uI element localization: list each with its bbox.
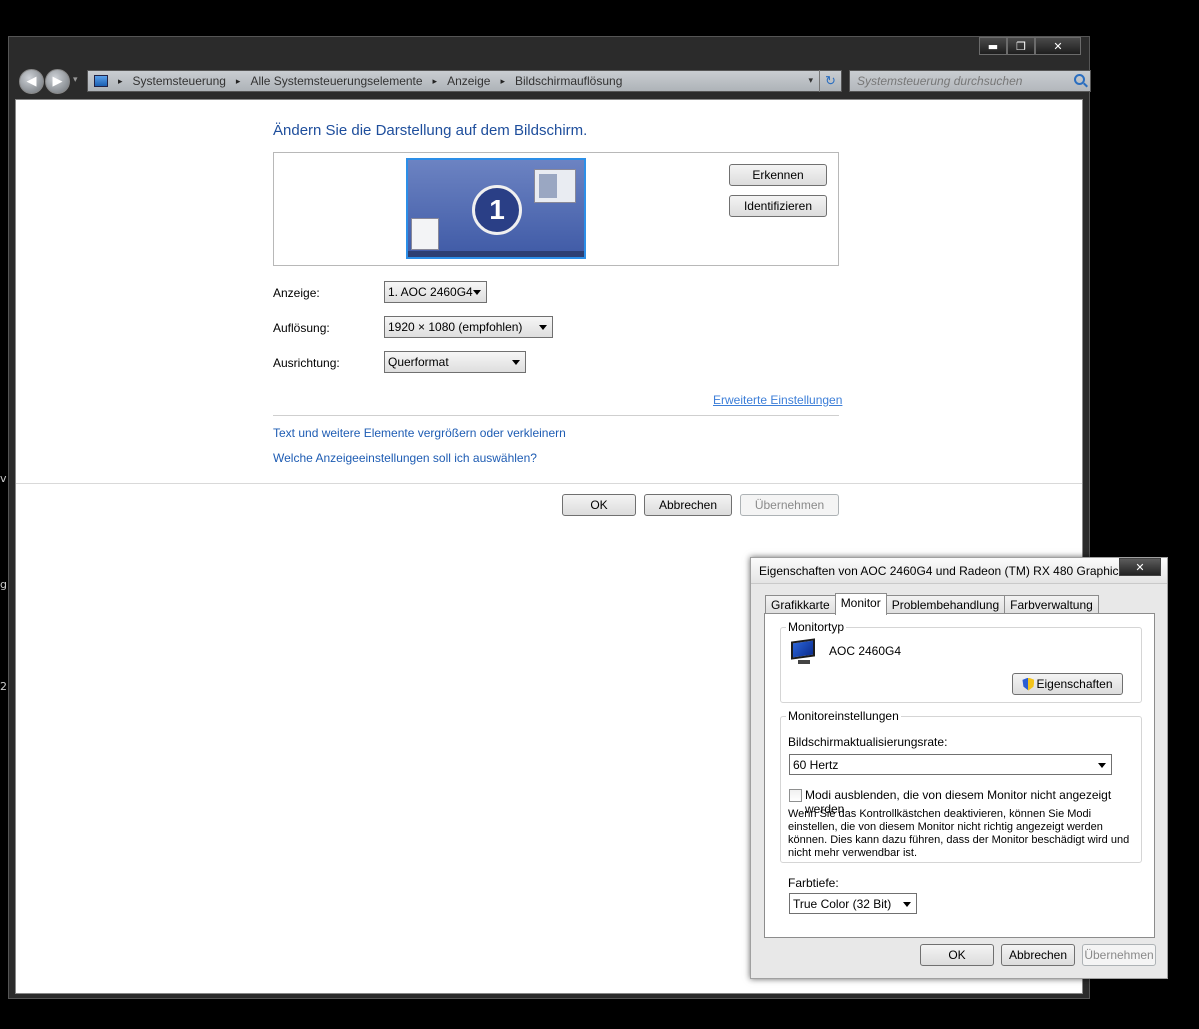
- color-depth-select[interactable]: True Color (32 Bit): [789, 893, 917, 914]
- monitor-properties-dialog: Eigenschaften von AOC 2460G4 und Radeon …: [750, 557, 1168, 979]
- divider: [16, 483, 1082, 484]
- dialog-title: Eigenschaften von AOC 2460G4 und Radeon …: [759, 564, 1125, 578]
- page-title: Ändern Sie die Darstellung auf dem Bilds…: [273, 122, 588, 139]
- navigation-bar: ◀ ▶ ▾ ▸ Systemsteuerung ▸ Alle Systemste…: [17, 67, 1091, 95]
- orientation-select-value: Querformat: [388, 355, 449, 369]
- advanced-settings-link[interactable]: Erweiterte Einstellungen: [713, 393, 842, 407]
- breadcrumb-anzeige[interactable]: Anzeige: [447, 74, 490, 88]
- mini-window-graphic: [534, 169, 576, 203]
- identify-button[interactable]: Identifizieren: [729, 195, 827, 217]
- breadcrumb-separator[interactable]: ▸: [118, 76, 123, 87]
- monitor-number-badge: 1: [472, 185, 522, 235]
- resolution-select[interactable]: 1920 × 1080 (empfohlen): [384, 316, 553, 338]
- desktop-stray-text: g: [0, 578, 7, 591]
- text-size-link[interactable]: Text und weitere Elemente vergrößern ode…: [273, 426, 566, 440]
- dialog-ok-button[interactable]: OK: [920, 944, 994, 966]
- monitor-preview-area: 1 Erkennen Identifizieren: [273, 152, 839, 266]
- refresh-rate-value: 60 Hertz: [793, 757, 839, 772]
- search-input[interactable]: Systemsteuerung durchsuchen: [849, 70, 1091, 92]
- maximize-button[interactable]: ❐: [1007, 37, 1035, 55]
- chevron-down-icon: [512, 360, 520, 365]
- dialog-apply-button[interactable]: Übernehmen: [1082, 944, 1156, 966]
- address-bar[interactable]: ▸ Systemsteuerung ▸ Alle Systemsteuerung…: [87, 70, 842, 92]
- uac-shield-icon: [1022, 677, 1035, 691]
- desktop-stray-text: v: [0, 472, 7, 485]
- refresh-rate-select[interactable]: 60 Hertz: [789, 754, 1112, 775]
- ok-button[interactable]: OK: [562, 494, 636, 516]
- orientation-label: Ausrichtung:: [273, 356, 340, 370]
- window-controls: ▬ ❐ ✕: [979, 37, 1081, 56]
- hide-modes-checkbox[interactable]: [789, 789, 802, 802]
- resolution-select-value: 1920 × 1080 (empfohlen): [388, 320, 523, 334]
- breadcrumb-all-items[interactable]: Alle Systemsteuerungselemente: [250, 74, 422, 88]
- apply-button[interactable]: Übernehmen: [740, 494, 839, 516]
- chevron-down-icon: [903, 902, 911, 907]
- chevron-down-icon: [473, 290, 481, 295]
- close-button[interactable]: ✕: [1035, 37, 1081, 55]
- breadcrumb-separator[interactable]: ▸: [236, 76, 241, 87]
- breadcrumb-resolution[interactable]: Bildschirmauflösung: [515, 74, 622, 88]
- mini-window-graphic: [411, 218, 439, 250]
- refresh-rate-label: Bildschirmaktualisierungsrate:: [788, 735, 948, 749]
- monitor-tab-panel: Monitortyp AOC 2460G4 Eigenschaften Moni…: [764, 613, 1155, 938]
- back-button[interactable]: ◀: [19, 69, 44, 94]
- display-select-value: 1. AOC 2460G4: [388, 285, 473, 299]
- control-panel-icon: [94, 75, 108, 87]
- address-dropdown-icon[interactable]: ▾: [808, 75, 813, 86]
- cancel-button[interactable]: Abbrechen: [644, 494, 732, 516]
- tab-farbverwaltung[interactable]: Farbverwaltung: [1004, 595, 1099, 614]
- dialog-close-button[interactable]: ✕: [1119, 558, 1161, 576]
- search-placeholder: Systemsteuerung durchsuchen: [857, 74, 1023, 88]
- display-help-link[interactable]: Welche Anzeigeeinstellungen soll ich aus…: [273, 451, 537, 465]
- monitor-properties-button[interactable]: Eigenschaften: [1012, 673, 1123, 695]
- monitor-thumbnail[interactable]: 1: [406, 158, 586, 259]
- tab-monitor[interactable]: Monitor: [834, 593, 887, 615]
- resolution-label: Auflösung:: [273, 321, 330, 335]
- display-select[interactable]: 1. AOC 2460G4: [384, 281, 487, 303]
- mini-taskbar-graphic: [408, 251, 584, 257]
- search-icon[interactable]: [1074, 74, 1085, 85]
- tab-grafikkarte[interactable]: Grafikkarte: [765, 595, 836, 614]
- detect-button[interactable]: Erkennen: [729, 164, 827, 186]
- divider: [273, 415, 839, 416]
- monitor-type-group: Monitortyp AOC 2460G4 Eigenschaften: [780, 620, 1142, 703]
- chevron-down-icon: [1098, 763, 1106, 768]
- dialog-cancel-button[interactable]: Abbrechen: [1001, 944, 1075, 966]
- dialog-titlebar[interactable]: Eigenschaften von AOC 2460G4 und Radeon …: [751, 558, 1167, 584]
- color-depth-label: Farbtiefe:: [788, 876, 839, 890]
- warning-text: Wenn Sie das Kontrollkästchen deaktivier…: [788, 808, 1130, 859]
- tab-problembehandlung[interactable]: Problembehandlung: [885, 595, 1006, 614]
- forward-button[interactable]: ▶: [45, 69, 70, 94]
- breadcrumb-systemsteuerung[interactable]: Systemsteuerung: [133, 74, 226, 88]
- recent-pages-dropdown[interactable]: ▾: [73, 75, 78, 85]
- color-depth-value: True Color (32 Bit): [793, 896, 892, 911]
- minimize-button[interactable]: ▬: [979, 37, 1007, 55]
- orientation-select[interactable]: Querformat: [384, 351, 526, 373]
- monitor-settings-legend: Monitoreinstellungen: [786, 709, 901, 723]
- monitor-properties-button-label: Eigenschaften: [1036, 677, 1113, 691]
- chevron-down-icon: [539, 325, 547, 330]
- dialog-tabs: Grafikkarte Monitor Problembehandlung Fa…: [765, 593, 1099, 615]
- monitor-name: AOC 2460G4: [829, 644, 902, 658]
- monitor-icon: [789, 638, 817, 664]
- refresh-icon[interactable]: ↻: [819, 70, 841, 92]
- monitor-settings-group: Monitoreinstellungen Bildschirmaktualisi…: [780, 709, 1142, 863]
- monitor-type-legend: Monitortyp: [786, 620, 847, 634]
- breadcrumb-separator[interactable]: ▸: [433, 76, 438, 87]
- breadcrumb-separator[interactable]: ▸: [500, 76, 505, 87]
- display-label: Anzeige:: [273, 286, 320, 300]
